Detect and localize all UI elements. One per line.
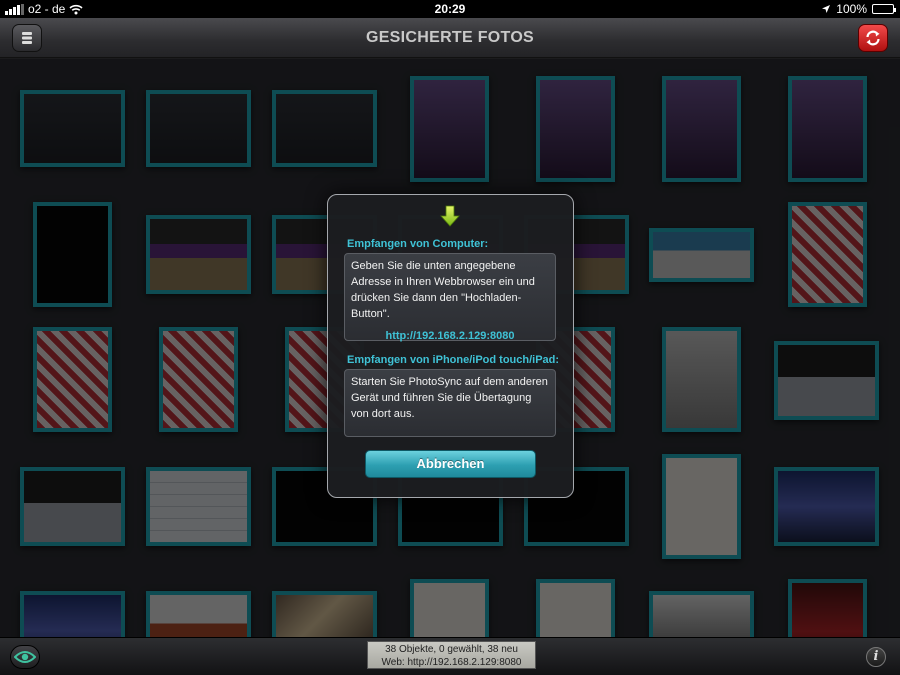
photo-thumbnail[interactable] bbox=[159, 327, 238, 432]
photo-thumbnail[interactable] bbox=[649, 591, 754, 637]
photo-thumbnail[interactable] bbox=[662, 76, 741, 182]
download-arrow-icon bbox=[440, 205, 460, 227]
photo-thumbnail[interactable] bbox=[774, 341, 879, 420]
photo-thumbnail[interactable] bbox=[272, 90, 377, 167]
photo-thumbnail[interactable] bbox=[774, 467, 879, 546]
location-arrow-icon bbox=[822, 5, 831, 13]
photo-thumbnail[interactable] bbox=[536, 579, 615, 637]
refresh-button[interactable] bbox=[858, 24, 888, 52]
photo-thumbnail[interactable] bbox=[662, 327, 741, 432]
photo-thumbnail[interactable] bbox=[536, 76, 615, 182]
battery-icon bbox=[872, 4, 896, 14]
bottom-toolbar: 38 Objekte, 0 gewählt, 38 neu Web: http:… bbox=[0, 637, 900, 675]
computer-section-title: Empfangen von Computer: bbox=[347, 238, 489, 250]
computer-instructions-text: Geben Sie die unten angegebene Adresse i… bbox=[351, 260, 535, 320]
battery-percent: 100% bbox=[836, 2, 867, 16]
photo-thumbnail[interactable] bbox=[146, 90, 251, 167]
device-instructions-text: Starten Sie PhotoSync auf dem anderen Ge… bbox=[351, 376, 548, 420]
photo-thumbnail[interactable] bbox=[410, 76, 489, 182]
web-address-link[interactable]: http://192.168.2.129:8080 bbox=[351, 328, 549, 344]
view-toggle-button[interactable] bbox=[10, 645, 40, 669]
photo-thumbnail[interactable] bbox=[146, 215, 251, 294]
clock: 20:29 bbox=[434, 2, 466, 16]
info-button[interactable]: i bbox=[866, 647, 886, 667]
photo-thumbnail[interactable] bbox=[20, 90, 125, 167]
photo-thumbnail[interactable] bbox=[33, 202, 112, 307]
object-count-text: 38 Objekte, 0 gewählt, 38 neu bbox=[385, 644, 518, 655]
photo-thumbnail[interactable] bbox=[20, 591, 125, 637]
device-section-title: Empfangen von iPhone/iPod touch/iPad: bbox=[347, 354, 560, 366]
photo-thumbnail[interactable] bbox=[272, 591, 377, 637]
device-instructions-box: Starten Sie PhotoSync auf dem anderen Ge… bbox=[344, 369, 556, 437]
page-title: GESICHERTE FOTOS bbox=[365, 29, 535, 46]
status-box: 38 Objekte, 0 gewählt, 38 neu Web: http:… bbox=[367, 641, 536, 669]
photo-thumbnail[interactable] bbox=[788, 579, 867, 637]
web-address-text: Web: http://192.168.2.129:8080 bbox=[381, 657, 522, 668]
eye-icon bbox=[14, 651, 36, 663]
photo-thumbnail[interactable] bbox=[33, 327, 112, 432]
photo-thumbnail[interactable] bbox=[146, 591, 251, 637]
photo-thumbnail[interactable] bbox=[662, 454, 741, 559]
status-bar: o2 - de 20:29 100% bbox=[0, 0, 900, 18]
cancel-button[interactable]: Abbrechen bbox=[365, 450, 536, 478]
receive-dialog: Empfangen von Computer: Geben Sie die un… bbox=[327, 194, 574, 498]
computer-instructions-box: Geben Sie die unten angegebene Adresse i… bbox=[344, 253, 556, 344]
photo-thumbnail[interactable] bbox=[788, 76, 867, 182]
photo-thumbnail[interactable] bbox=[788, 202, 867, 307]
refresh-icon bbox=[866, 30, 880, 46]
nav-bar: GESICHERTE FOTOS bbox=[0, 18, 900, 58]
photo-thumbnail[interactable] bbox=[649, 228, 754, 282]
photo-thumbnail[interactable] bbox=[410, 579, 489, 637]
photo-thumbnail[interactable] bbox=[20, 467, 125, 546]
photo-thumbnail[interactable] bbox=[146, 467, 251, 546]
